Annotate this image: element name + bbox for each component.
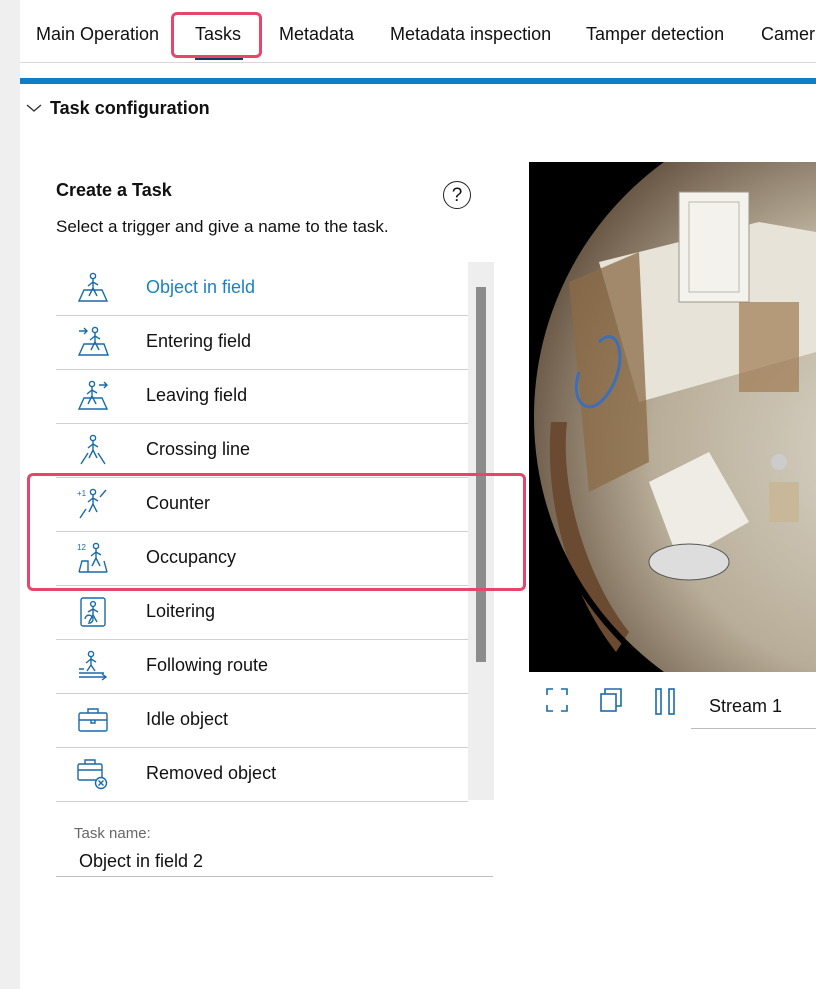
task-name-input[interactable]: Object in field 2 [79,851,203,872]
trigger-idle-object[interactable]: Idle object [56,694,468,748]
following-route-icon [79,650,108,681]
crossing-line-icon [80,434,106,465]
task-name-underline [56,876,493,877]
tab-metadata[interactable]: Metadata [279,24,354,45]
pause-icon[interactable] [655,688,677,721]
trigger-label: Counter [146,493,211,513]
removed-object-icon [77,759,108,790]
loitering-icon [80,597,106,627]
trigger-leaving-field[interactable]: Leaving field [56,370,468,424]
trigger-label: Object in field [146,277,256,297]
stream-selector-value: Stream 1 [709,696,783,716]
leaving-field-icon [77,380,109,410]
active-tab-indicator [195,56,243,60]
object-in-field-icon [77,272,109,302]
tab-camera[interactable]: Camer [761,24,815,45]
occupancy-icon: 12 [77,542,108,573]
idle-object-icon [78,708,108,732]
video-preview[interactable] [529,162,816,672]
fullscreen-icon[interactable] [546,688,568,717]
fisheye-camera-image [529,162,816,672]
popout-window-icon[interactable] [600,688,622,717]
trigger-label: Loitering [146,601,216,621]
trigger-list: Object in field Entering field Leaving f… [56,262,468,802]
trigger-object-in-field[interactable]: Object in field [56,262,468,316]
task-configuration-header[interactable]: Task configuration [26,96,210,120]
tab-metadata-inspection[interactable]: Metadata inspection [390,24,551,45]
task-name-label: Task name: [74,825,151,842]
tab-bar: Main Operation Tasks Metadata Metadata i… [20,10,816,63]
create-task-subtitle: Select a trigger and give a name to the … [56,217,389,236]
trigger-crossing-line[interactable]: Crossing line [56,424,468,478]
trigger-label: Leaving field [146,385,248,405]
entering-field-icon [77,326,109,356]
trigger-label: Idle object [146,709,229,729]
scrollbar-thumb[interactable] [476,287,486,662]
trigger-label: Entering field [146,331,252,351]
chevron-down-icon [26,104,42,112]
create-task-title: Create a Task [56,180,172,200]
trigger-list-scrollbar[interactable] [468,262,494,800]
page: Main Operation Tasks Metadata Metadata i… [20,0,816,989]
trigger-label: Following route [146,655,269,675]
tab-tamper-detection[interactable]: Tamper detection [586,24,724,45]
tab-main-operation[interactable]: Main Operation [36,24,159,45]
trigger-loitering[interactable]: Loitering [56,586,468,640]
stream-selector[interactable]: Stream 1 [691,690,816,729]
accent-bar [20,78,816,84]
counter-icon: +1 [77,488,107,519]
svg-text:12: 12 [77,543,86,552]
trigger-label: Crossing line [146,439,251,459]
trigger-label: Occupancy [146,547,237,567]
trigger-removed-object[interactable]: Removed object [56,748,468,802]
help-icon[interactable]: ? [443,181,471,209]
trigger-label: Removed object [146,763,277,783]
trigger-counter[interactable]: +1 Counter [56,478,468,532]
trigger-occupancy[interactable]: 12 Occupancy [56,532,468,586]
trigger-entering-field[interactable]: Entering field [56,316,468,370]
svg-text:+1: +1 [77,489,87,498]
section-title: Task configuration [50,97,210,118]
tab-tasks[interactable]: Tasks [195,24,241,45]
trigger-following-route[interactable]: Following route [56,640,468,694]
